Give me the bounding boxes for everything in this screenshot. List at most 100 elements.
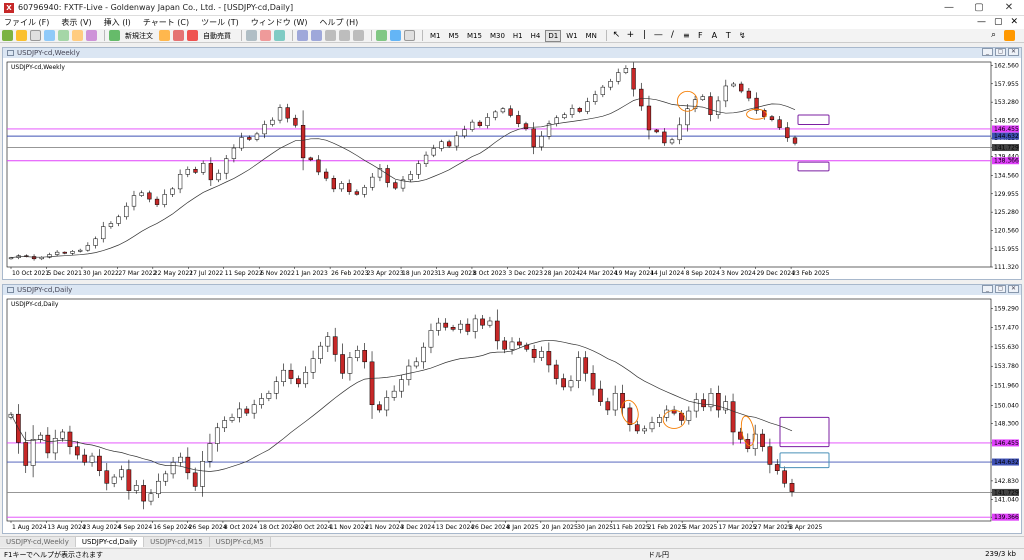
navigator-icon[interactable]: [58, 30, 69, 41]
candle-body: [539, 351, 544, 358]
text-tool-icon[interactable]: A: [709, 30, 720, 41]
candle-body: [494, 320, 500, 342]
feed-icon[interactable]: [1004, 30, 1015, 41]
timeframe-mn[interactable]: MN: [583, 30, 600, 42]
timeframe-h1[interactable]: H1: [510, 30, 526, 42]
line-chart-icon[interactable]: [274, 30, 285, 41]
alert-icon[interactable]: [173, 30, 184, 41]
timeframe-m30[interactable]: M30: [487, 30, 508, 42]
menu-tools[interactable]: ツール (T): [201, 17, 239, 28]
new-order-button[interactable]: 新規注文: [109, 30, 153, 41]
market-watch-icon[interactable]: [30, 30, 41, 41]
mdi-minimize-button[interactable]: —: [977, 17, 986, 27]
candle-body: [708, 96, 713, 115]
candle-body: [384, 397, 390, 411]
arrows-icon[interactable]: ↯: [737, 30, 748, 41]
zoom-out-icon[interactable]: [311, 30, 322, 41]
autoscroll-icon[interactable]: [353, 30, 364, 41]
trendline-icon[interactable]: /: [667, 30, 678, 41]
price-highlight-label: 144.632: [994, 133, 1019, 140]
price-highlight-label: 146.455: [994, 126, 1019, 133]
fibonacci-icon[interactable]: F: [695, 30, 706, 41]
candle-body: [133, 485, 139, 491]
tile-windows-icon[interactable]: [325, 30, 336, 41]
terminal-app: { "titlebar": { "app_icon": "X", "title"…: [0, 0, 1024, 560]
terminal-icon[interactable]: [72, 30, 83, 41]
templates-icon[interactable]: [404, 30, 415, 41]
tab-usdjpy-m5[interactable]: USDJPY-cd,M5: [209, 537, 271, 547]
auto-trading-label: 自動売買: [203, 31, 231, 40]
auto-trading-button[interactable]: 自動売買: [187, 30, 231, 41]
indicators-icon[interactable]: [376, 30, 387, 41]
menu-window[interactable]: ウィンドウ (W): [251, 17, 308, 28]
crosshair-icon[interactable]: +: [625, 30, 636, 41]
cursor-icon[interactable]: ↖: [611, 30, 622, 41]
date-axis-label: 16 Sep 2024: [153, 524, 191, 531]
mdi-restore-button[interactable]: ▢: [994, 17, 1003, 27]
vertical-line-icon[interactable]: |: [639, 30, 650, 41]
tab-usdjpy-m15[interactable]: USDJPY-cd,M15: [144, 537, 210, 547]
candle-body: [369, 361, 375, 406]
new-chart-icon[interactable]: [2, 30, 13, 41]
candle-body: [323, 171, 329, 179]
price-axis-label: 153.280: [994, 99, 1019, 106]
horizontal-line-icon[interactable]: —: [653, 30, 664, 41]
date-axis-label: 19 May 2024: [615, 270, 654, 277]
close-button[interactable]: ✕: [994, 0, 1024, 16]
candle-body: [111, 476, 117, 484]
candle-body: [208, 163, 213, 181]
menu-view[interactable]: 表示 (V): [61, 17, 91, 28]
profiles-icon[interactable]: [16, 30, 27, 41]
daily-chart[interactable]: USDJPY-cd,Daily 159.290 157.470 155.630 153.…: [3, 295, 1021, 533]
tab-usdjpy-weekly[interactable]: USDJPY-cd,Weekly: [0, 537, 76, 547]
daily-minimize-button[interactable]: _: [982, 285, 993, 293]
candle-body: [147, 192, 152, 200]
candle-body: [237, 408, 242, 418]
timeframe-h4[interactable]: H4: [528, 30, 544, 42]
candle-body: [439, 141, 444, 149]
weekly-chart-window[interactable]: USDJPY-cd,Weekly _ ▢ ✕ USDJPY-cd,Weekly 1…: [2, 47, 1022, 280]
chart-window-icon: [7, 50, 14, 56]
timeframe-m1[interactable]: M1: [427, 30, 444, 42]
timeframe-m5[interactable]: M5: [446, 30, 463, 42]
label-tool-icon[interactable]: T: [723, 30, 734, 41]
price-axis-label: 157.470: [994, 325, 1019, 332]
daily-chart-window[interactable]: USDJPY-cd,Daily _ ▢ ✕ USDJPY-cd,Daily 159…: [2, 284, 1022, 534]
weekly-maximize-button[interactable]: ▢: [995, 48, 1006, 56]
chart-shift-icon[interactable]: [339, 30, 350, 41]
weekly-chart[interactable]: USDJPY-cd,Weekly 162.560 157.955 153.280 148…: [3, 58, 1021, 279]
menu-help[interactable]: ヘルプ (H): [319, 17, 358, 28]
data-window-icon[interactable]: [44, 30, 55, 41]
menu-file[interactable]: ファイル (F): [4, 17, 49, 28]
weekly-chart-header[interactable]: USDJPY-cd,Weekly _ ▢ ✕: [3, 48, 1021, 58]
menu-insert[interactable]: 挿入 (I): [104, 17, 131, 28]
periods-icon[interactable]: [390, 30, 401, 41]
timeframe-m15[interactable]: M15: [464, 30, 485, 42]
zoom-in-icon[interactable]: [297, 30, 308, 41]
bar-chart-icon[interactable]: [246, 30, 257, 41]
tab-usdjpy-daily[interactable]: USDJPY-cd,Daily: [75, 537, 145, 547]
candlestick-icon[interactable]: [260, 30, 271, 41]
search-icon[interactable]: ⌕: [988, 30, 999, 41]
menu-chart[interactable]: チャート (C): [143, 17, 189, 28]
date-axis-label: 30 Oct 2024: [295, 524, 332, 531]
metaeditor-icon[interactable]: [159, 30, 170, 41]
daily-maximize-button[interactable]: ▢: [995, 285, 1006, 293]
daily-chart-header[interactable]: USDJPY-cd,Daily _ ▢ ✕: [3, 285, 1021, 295]
date-axis-label: 6 Nov 2022: [260, 270, 295, 277]
candle-body: [458, 323, 463, 330]
price-highlight-label: 146.455: [994, 440, 1019, 447]
timeframe-w1[interactable]: W1: [563, 30, 580, 42]
maximize-button[interactable]: ▢: [964, 0, 994, 16]
candle-body: [470, 121, 475, 130]
weekly-minimize-button[interactable]: _: [982, 48, 993, 56]
tester-icon[interactable]: [86, 30, 97, 41]
weekly-close-button[interactable]: ✕: [1008, 48, 1019, 56]
channel-icon[interactable]: ≡: [681, 30, 692, 41]
mdi-close-button[interactable]: ✕: [1010, 17, 1018, 27]
timeframe-d1[interactable]: D1: [545, 29, 562, 42]
daily-close-button[interactable]: ✕: [1008, 285, 1019, 293]
price-axis-label: 129.955: [994, 191, 1019, 198]
candle-body: [277, 107, 283, 121]
minimize-button[interactable]: —: [934, 0, 964, 16]
